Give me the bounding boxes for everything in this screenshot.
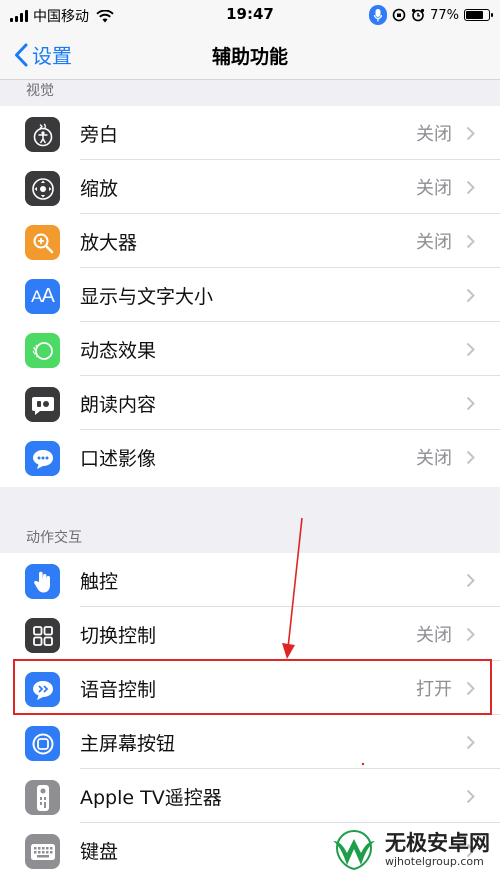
watermark-title: 无极安卓网 (385, 831, 490, 856)
voice-control-icon (25, 672, 60, 707)
row-value: 打开 (416, 679, 452, 700)
vision-group: 旁白 关闭 缩放 关闭 放大器 关闭 AA 显示与文字大小 动态效果 朗读内容 … (0, 106, 500, 487)
chevron-right-icon (466, 180, 475, 195)
row-switch-control[interactable]: 切换控制 关闭 (0, 607, 500, 661)
chevron-right-icon (466, 681, 475, 696)
row-label: 朗读内容 (80, 393, 157, 416)
row-label: 缩放 (80, 177, 119, 200)
switch-control-icon (25, 618, 60, 653)
keyboard-icon (25, 834, 60, 869)
row-value: 关闭 (416, 625, 452, 646)
watermark-text: 无极安卓网 wjhotelgroup.com (385, 832, 490, 867)
row-label: 主屏幕按钮 (80, 732, 176, 755)
row-motion[interactable]: 动态效果 (0, 322, 500, 376)
watermark: 无极安卓网 wjhotelgroup.com (329, 827, 490, 873)
chevron-right-icon (466, 450, 475, 465)
row-label: Apple TV遥控器 (80, 786, 222, 809)
chevron-right-icon (466, 789, 475, 804)
row-label: 放大器 (80, 231, 138, 254)
chevron-right-icon (466, 234, 475, 249)
voiceover-icon (25, 117, 60, 152)
navigation-bar: 设置 辅助功能 (0, 30, 500, 80)
audio-description-icon (25, 441, 60, 476)
watermark-url: wjhotelgroup.com (385, 854, 484, 868)
row-label: 口述影像 (80, 447, 157, 470)
row-magnifier[interactable]: 放大器 关闭 (0, 214, 500, 268)
touch-icon (25, 564, 60, 599)
row-audio-descriptions[interactable]: 口述影像 关闭 (0, 430, 500, 484)
row-value: 关闭 (416, 178, 452, 199)
row-display-text-size[interactable]: AA 显示与文字大小 (0, 268, 500, 322)
section-header-physical-motor: 动作交互 (26, 530, 82, 546)
section-header-vision: 视觉 (26, 83, 54, 99)
row-label: 键盘 (80, 840, 119, 863)
row-touch[interactable]: 触控 (0, 553, 500, 607)
battery-icon (464, 9, 493, 21)
motion-icon (25, 333, 60, 368)
chevron-right-icon (466, 627, 475, 642)
row-value: 关闭 (416, 124, 452, 145)
spoken-content-icon (25, 387, 60, 422)
row-label: 旁白 (80, 123, 119, 146)
magnifier-icon (25, 225, 60, 260)
microphone-icon (369, 5, 388, 25)
chevron-right-icon (466, 126, 475, 141)
text-size-icon: AA (25, 279, 60, 314)
chevron-right-icon (466, 735, 475, 750)
row-home-button[interactable]: 主屏幕按钮 (0, 715, 500, 769)
row-value: 关闭 (416, 448, 452, 469)
row-label: 切换控制 (80, 624, 157, 647)
row-apple-tv-remote[interactable]: Apple TV遥控器 (0, 769, 500, 823)
row-voice-control[interactable]: 语音控制 打开 (0, 661, 500, 715)
row-label: 语音控制 (80, 678, 157, 701)
zoom-icon (25, 171, 60, 206)
status-bar: 中国移动 19:47 77% (0, 0, 500, 30)
chevron-right-icon (466, 396, 475, 411)
battery-percent: 77% (430, 7, 459, 23)
home-button-icon (25, 726, 60, 761)
row-label: 触控 (80, 570, 119, 593)
row-label: 显示与文字大小 (80, 285, 214, 308)
status-right: 77% (369, 5, 493, 25)
rotation-lock-icon (392, 8, 406, 22)
chevron-right-icon (466, 342, 475, 357)
row-label: 动态效果 (80, 339, 157, 362)
row-zoom[interactable]: 缩放 关闭 (0, 160, 500, 214)
chevron-right-icon (466, 573, 475, 588)
tv-remote-icon (25, 780, 60, 815)
watermark-logo-icon (333, 829, 375, 871)
row-voiceover[interactable]: 旁白 关闭 (0, 106, 500, 160)
page-title: 辅助功能 (211, 46, 288, 68)
alarm-icon (411, 8, 425, 22)
row-spoken-content[interactable]: 朗读内容 (0, 376, 500, 430)
chevron-right-icon (466, 288, 475, 303)
row-value: 关闭 (416, 232, 452, 253)
